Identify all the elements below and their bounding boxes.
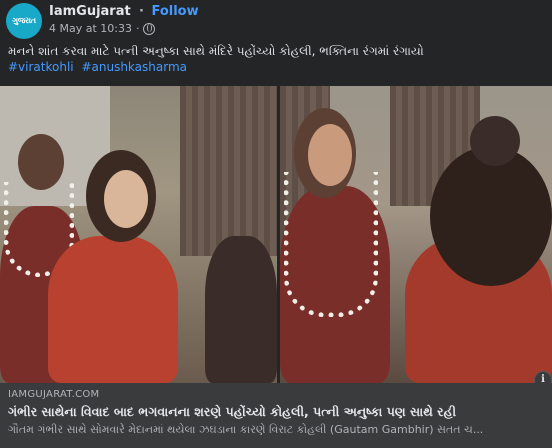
page-name-link[interactable]: IamGujarat (49, 4, 131, 19)
post-photo-right[interactable] (280, 86, 552, 383)
globe-icon (143, 22, 156, 35)
post-caption: મનને શાંત કરવા માટે પત્ની અનુષ્કા સાથે મ… (8, 44, 424, 58)
link-description: ગૌતમ ગંભીર સાથે સોમવારે મેદાનમાં થયેલા ઝ… (8, 423, 484, 436)
header-separator: · (139, 4, 144, 19)
photo-curtain (180, 86, 277, 256)
post-timestamp[interactable]: 4 May at 10:33 (49, 22, 132, 35)
post-photo-left[interactable] (0, 86, 277, 383)
photo-garland (284, 172, 378, 317)
hashtag-link[interactable]: #viratkohli (8, 60, 74, 74)
hashtag-list: #viratkohli #anushkasharma (8, 60, 191, 74)
hashtag-link[interactable]: #anushkasharma (81, 60, 187, 74)
photo-person-woman (48, 236, 178, 383)
photo-face-woman (104, 170, 148, 228)
photo-head-woman (430, 146, 552, 286)
avatar-logo-text: ગુજરાત (12, 16, 36, 25)
post-meta: 4 May at 10:33 · (49, 22, 156, 35)
photo-head-bg (470, 116, 520, 166)
facebook-post: ગુજરાત IamGujarat · Follow 4 May at 10:3… (0, 0, 552, 448)
photo-person-bg (205, 236, 277, 383)
follow-area: · Follow (139, 4, 199, 19)
link-title: ગંભીર સાથેના વિવાદ બાદ ભગવાનના શરણે પહોં… (8, 404, 457, 419)
link-domain: IAMGUJARAT.COM (8, 389, 100, 400)
link-preview[interactable]: IAMGUJARAT.COM ગંભીર સાથેના વિવાદ બાદ ભગ… (0, 383, 552, 448)
meta-separator: · (135, 22, 140, 35)
page-avatar[interactable]: ગુજરાત (6, 3, 42, 39)
follow-button[interactable]: Follow (151, 4, 198, 19)
